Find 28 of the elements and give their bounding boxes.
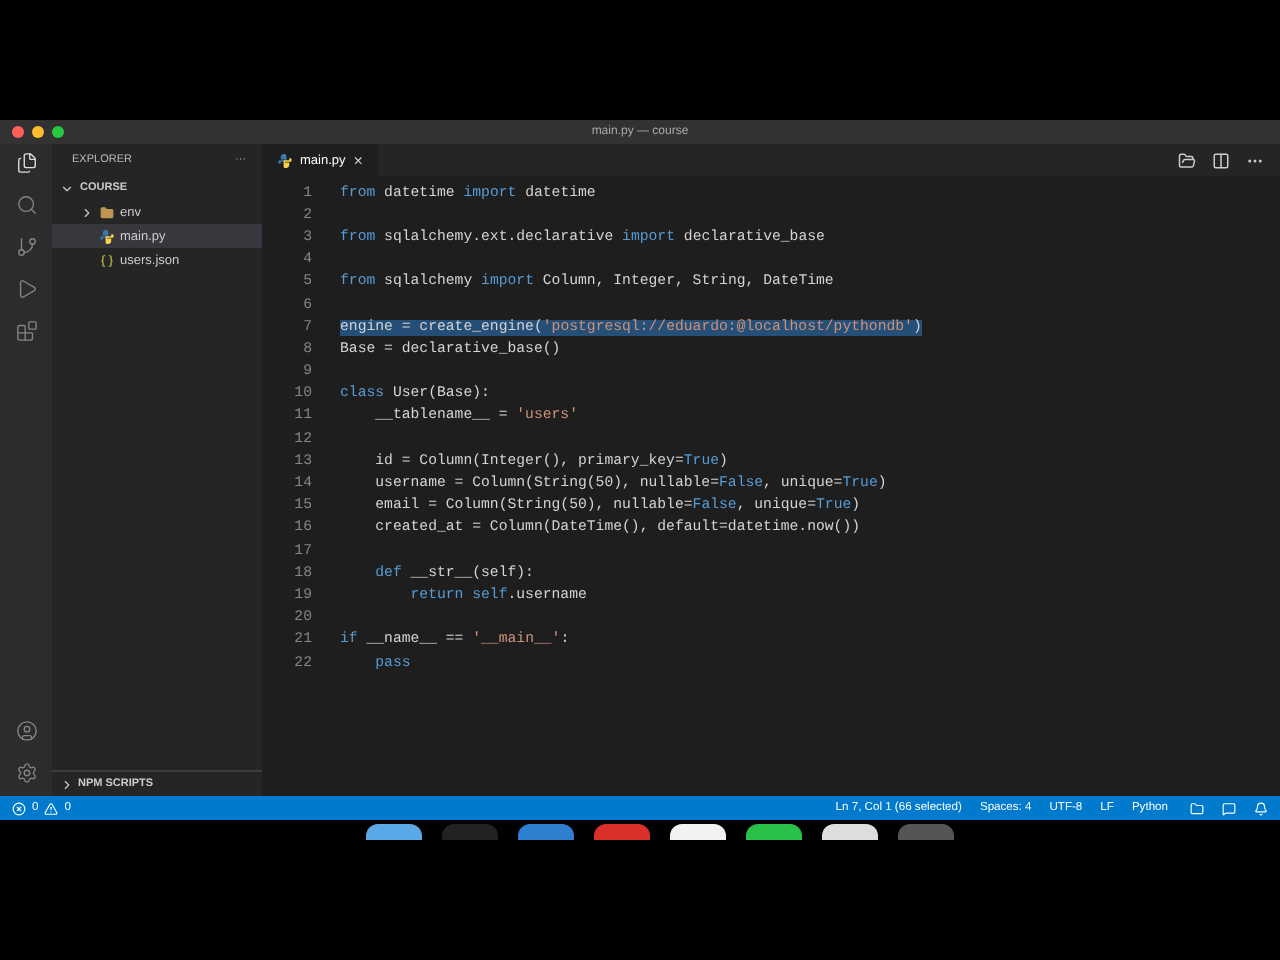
close-tab-button[interactable]: × [353, 151, 363, 169]
dock-app-icon[interactable] [670, 824, 726, 840]
feedback-icon[interactable] [1222, 801, 1236, 815]
python-file-icon [278, 153, 292, 167]
dock-app-icon[interactable] [822, 824, 878, 840]
branch-icon[interactable] [15, 236, 37, 258]
zoom-light-icon[interactable] [52, 126, 64, 138]
dock-app-icon[interactable] [746, 824, 802, 840]
split-editor-icon[interactable] [1212, 151, 1230, 169]
play-icon[interactable] [15, 278, 37, 300]
warning-icon [44, 801, 59, 815]
blocks-icon[interactable] [15, 320, 37, 342]
python-file-icon [100, 229, 114, 243]
close-light-icon[interactable] [12, 126, 24, 138]
account-icon[interactable] [15, 720, 37, 742]
settings-icon[interactable] [15, 762, 37, 784]
chevron-down-icon [60, 181, 74, 195]
chevron-right-icon [80, 205, 94, 219]
braces-icon [100, 253, 114, 267]
error-icon [12, 801, 26, 815]
chevron-right-icon [60, 777, 74, 791]
dock-app-icon[interactable] [366, 824, 422, 840]
bell-icon[interactable] [1254, 801, 1268, 815]
search-icon[interactable] [15, 194, 37, 216]
folder-icon[interactable] [1178, 151, 1196, 169]
files-icon[interactable] [15, 152, 37, 174]
minimize-light-icon[interactable] [32, 126, 44, 138]
folder-icon [100, 205, 114, 219]
